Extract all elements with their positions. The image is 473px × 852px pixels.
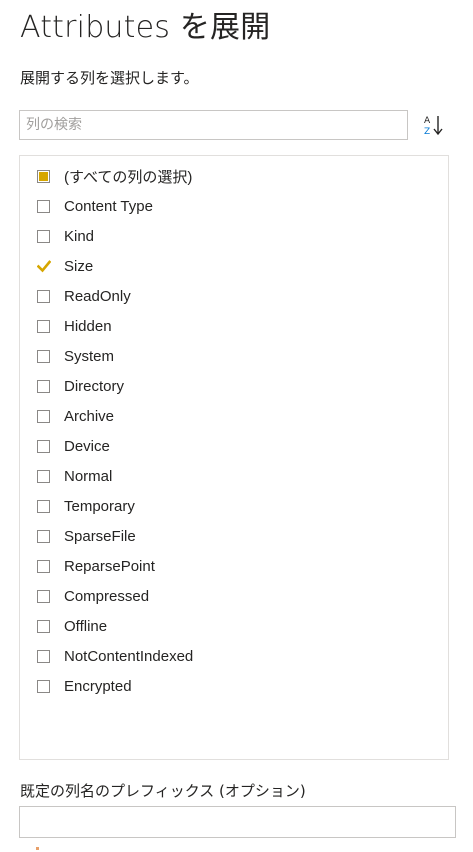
column-search-input[interactable] [19,110,408,140]
column-item-label: Offline [64,617,108,635]
sort-ascending-az-icon: A Z [424,116,443,137]
column-item-label: SparseFile [64,527,136,545]
checkbox[interactable] [37,499,50,513]
column-item[interactable]: Size [37,254,93,278]
prefix-input[interactable] [19,806,456,838]
column-item[interactable]: Encrypted [37,674,132,698]
column-item[interactable]: Directory [37,374,124,398]
column-item[interactable]: Temporary [37,494,135,518]
dialog-subtitle: 展開する列を選択します。 [20,69,199,87]
column-item-label: Directory [64,377,125,395]
column-item-label: Encrypted [64,677,132,695]
checkbox[interactable] [37,169,50,183]
checkbox[interactable] [37,469,50,483]
column-item-label: Content Type [64,197,153,215]
column-item[interactable]: ReparsePoint [37,554,155,578]
column-item-label: NotContentIndexed [64,647,194,665]
checkbox[interactable] [37,529,50,543]
select-all-columns-item[interactable]: (すべての列の選択) [37,164,192,188]
column-item-label: Device [64,437,110,455]
column-item-label: ReadOnly [64,287,131,305]
column-item[interactable]: Hidden [37,314,112,338]
column-item-label: Kind [64,227,95,245]
column-item-label: Archive [64,407,115,425]
column-item[interactable]: ReadOnly [37,284,131,308]
checkbox[interactable] [37,259,51,273]
column-item-label: Size [64,257,94,275]
checkbox[interactable] [37,559,50,573]
checkbox[interactable] [37,349,50,363]
column-item[interactable]: System [37,344,114,368]
svg-text:Z: Z [424,127,430,137]
resize-grip-icon [36,847,39,850]
column-item[interactable]: Offline [37,614,107,638]
checkbox[interactable] [37,649,50,663]
checkbox[interactable] [37,589,50,603]
checkbox[interactable] [37,379,50,393]
column-item[interactable]: Compressed [37,584,149,608]
column-item-label: Normal [64,467,113,485]
column-item[interactable]: Content Type [37,194,153,218]
checkbox[interactable] [37,199,50,213]
column-item[interactable]: Kind [37,224,94,248]
column-item-label: Temporary [64,497,135,515]
column-item[interactable]: Archive [37,404,114,428]
svg-text:A: A [424,116,431,126]
checkbox[interactable] [37,409,50,423]
checkbox[interactable] [37,289,50,303]
checkbox[interactable] [37,319,50,333]
checkmark-icon [37,259,51,272]
column-item[interactable]: Device [37,434,110,458]
checkbox[interactable] [37,439,50,453]
column-item-label: ReparsePoint [64,557,155,575]
prefix-label: 既定の列名のプレフィックス (オプション) [20,782,306,800]
column-item-label: System [64,347,115,365]
checkbox[interactable] [37,619,50,633]
column-item-label: Compressed [64,587,150,605]
column-list[interactable]: (すべての列の選択) Content Type Kind Size ReadOnly Hi… [19,155,449,760]
dialog-title: Attributes を展開 [20,10,271,45]
column-item-label: Hidden [64,317,112,335]
column-item[interactable]: NotContentIndexed [37,644,193,668]
column-item-label: (すべての列の選択) [64,168,193,186]
sort-button[interactable]: A Z [418,110,450,140]
column-item[interactable]: SparseFile [37,524,136,548]
checkbox[interactable] [37,229,50,243]
column-item[interactable]: Normal [37,464,112,488]
checkbox[interactable] [37,679,50,693]
